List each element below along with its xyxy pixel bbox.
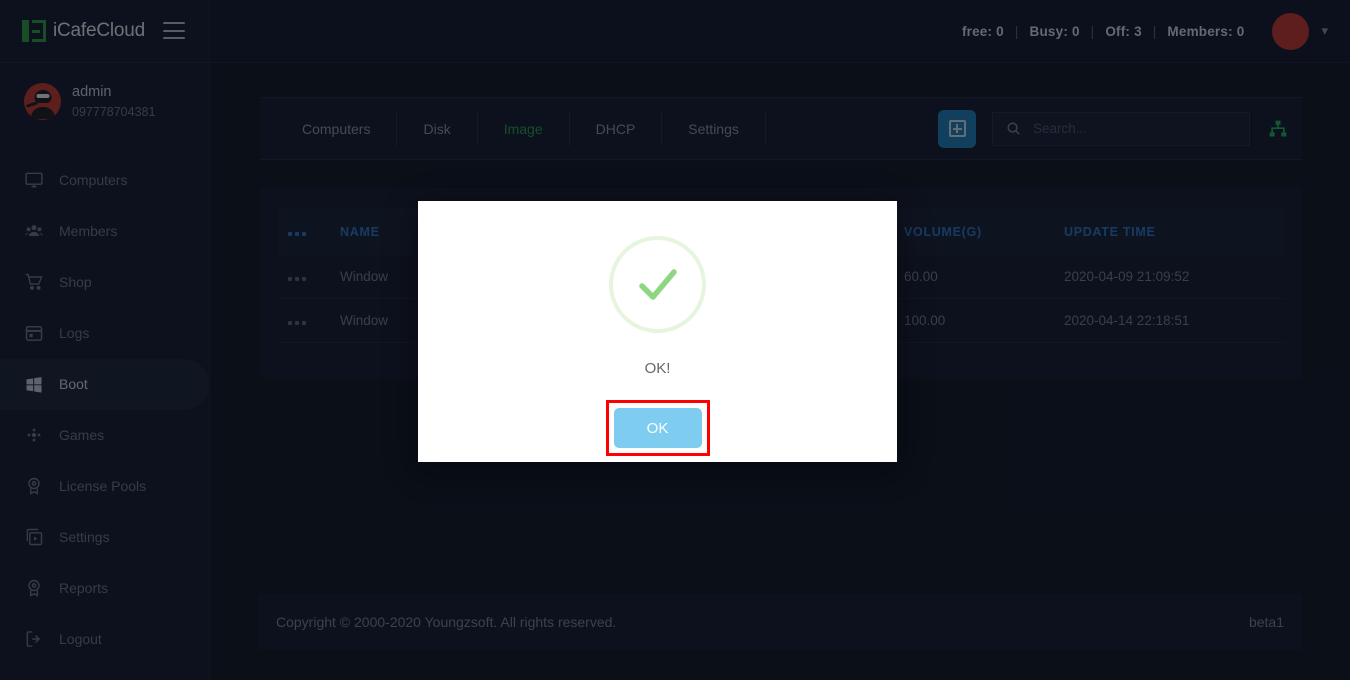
success-check-icon — [609, 236, 706, 333]
app-root: iCafeCloud admin 097778704381 Computers — [0, 0, 1350, 680]
success-modal: OK! OK — [418, 201, 897, 462]
modal-message: OK! — [645, 360, 671, 377]
ok-button-highlight: OK — [606, 400, 710, 456]
ok-button[interactable]: OK — [614, 408, 702, 448]
